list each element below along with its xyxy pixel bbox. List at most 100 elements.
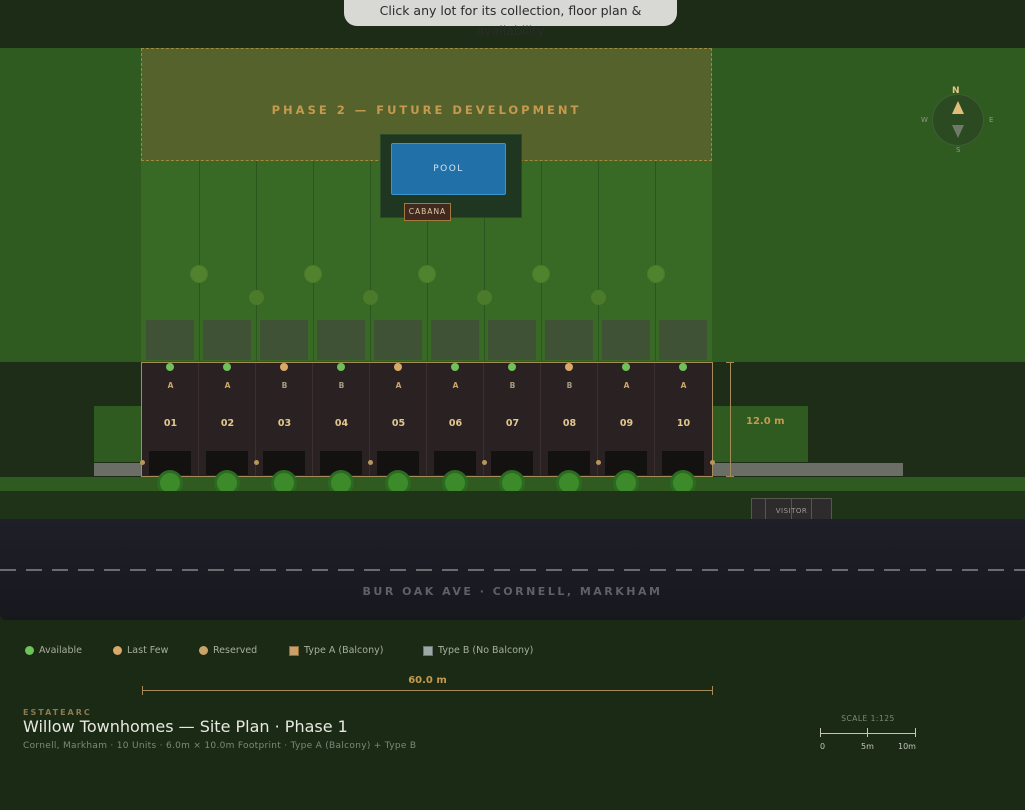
lot-type-label: B	[566, 381, 573, 390]
lot-number-label: 09	[619, 418, 634, 429]
backyard-shrub-icon	[591, 290, 606, 305]
legend-reserved: Reserved	[199, 645, 257, 656]
lot-status-dot-icon	[166, 363, 174, 371]
lot-type-label: B	[338, 381, 345, 390]
lot-status-dot-icon	[622, 363, 630, 371]
lot-06[interactable]: A 06	[427, 363, 484, 476]
compass-s-label: S	[956, 146, 961, 154]
patio	[203, 320, 251, 360]
legend-available-label: Available	[39, 645, 83, 656]
width-dimension-cap	[712, 686, 713, 695]
backyard-tree-icon	[532, 265, 550, 283]
patio	[488, 320, 536, 360]
brand: ESTATEARC	[23, 708, 92, 717]
lot-type-label: A	[623, 381, 630, 390]
townhome-block: A 01 A 02 B 03 B 04 A 05 A 06 B 07 B 08 A 09 A 10	[141, 362, 713, 477]
scale-label-0: 0	[820, 742, 826, 751]
lot-type-label: A	[167, 381, 174, 390]
legend-available: Available	[25, 645, 82, 656]
side-grass-left	[94, 406, 141, 462]
scale-tick	[915, 728, 916, 737]
lot-09[interactable]: A 09	[598, 363, 655, 476]
lot-number-label: 06	[448, 418, 463, 429]
visitor-parking-label: VISITOR	[775, 507, 808, 515]
lot-number-label: 05	[391, 418, 406, 429]
patio	[317, 320, 365, 360]
depth-dimension-cap	[726, 362, 734, 363]
lot-10[interactable]: A 10	[655, 363, 712, 476]
lot-type-label: A	[680, 381, 687, 390]
patio	[545, 320, 593, 360]
backyard-shrub-icon	[477, 290, 492, 305]
walkway-right	[713, 463, 903, 476]
property-pin-icon	[482, 460, 487, 465]
scale-label-5m: 5m	[861, 742, 874, 751]
lot-status-dot-icon	[394, 363, 402, 371]
lot-03[interactable]: B 03	[256, 363, 313, 476]
pool[interactable]: POOL	[391, 143, 506, 195]
lot-type-label: A	[224, 381, 231, 390]
compass-e-label: E	[989, 116, 994, 124]
lot-02[interactable]: A 02	[199, 363, 256, 476]
lot-status-dot-icon	[337, 363, 345, 371]
lot-number-label: 01	[163, 418, 178, 429]
backyard-shrub-icon	[363, 290, 378, 305]
cabana[interactable]: CABANA	[404, 203, 451, 221]
legend-last-few-label: Last Few	[127, 645, 169, 656]
lot-number-label: 08	[562, 418, 577, 429]
lot-01[interactable]: A 01	[142, 363, 199, 476]
type-a-swatch-icon	[289, 645, 299, 656]
lot-07[interactable]: B 07	[484, 363, 541, 476]
lot-number-label: 10	[676, 418, 691, 429]
patio	[260, 320, 308, 360]
page-subtitle: Cornell, Markham · 10 Units · 6.0m × 10.…	[23, 741, 417, 751]
legend-type-b-label: Type B (No Balcony)	[438, 645, 534, 656]
lot-status-dot-icon	[451, 363, 459, 371]
lot-number-label: 03	[277, 418, 292, 429]
scale-label: SCALE 1:125	[841, 714, 895, 723]
backyard-shrub-icon	[249, 290, 264, 305]
road-centerline	[0, 569, 1025, 571]
property-pin-icon	[140, 460, 145, 465]
property-pin-icon	[710, 460, 715, 465]
backyard-tree-icon	[304, 265, 322, 283]
width-dimension-line	[142, 690, 713, 691]
side-grass-right	[713, 406, 808, 462]
backyard-tree-icon	[190, 265, 208, 283]
last-few-dot-icon	[113, 646, 122, 655]
scale-tick	[867, 728, 868, 737]
type-b-swatch-icon	[423, 645, 433, 656]
legend-type-a-label: Type A (Balcony)	[304, 645, 384, 656]
compass-north-needle-icon	[952, 101, 964, 114]
road-label: BUR OAK AVE · CORNELL, MARKHAM	[362, 585, 663, 598]
page-title: Willow Townhomes — Site Plan · Phase 1	[23, 717, 348, 736]
legend-reserved-label: Reserved	[213, 645, 258, 656]
lot-04[interactable]: B 04	[313, 363, 370, 476]
hint-banner: Click any lot for its collection, floor …	[344, 0, 677, 38]
lot-08[interactable]: B 08	[541, 363, 598, 476]
backyard-tree-icon	[418, 265, 436, 283]
property-pin-icon	[368, 460, 373, 465]
backyard-divider	[370, 161, 371, 361]
lot-status-dot-icon	[679, 363, 687, 371]
patio	[602, 320, 650, 360]
lot-type-label: B	[281, 381, 288, 390]
legend-type-a: Type A (Balcony)	[289, 645, 383, 656]
compass-n-label: N	[952, 86, 960, 96]
compass-south-needle-icon	[952, 125, 964, 138]
lot-type-label: A	[452, 381, 459, 390]
scale-bar	[820, 733, 916, 734]
width-dimension-cap	[142, 686, 143, 695]
reserved-dot-icon	[199, 646, 208, 655]
patio	[659, 320, 707, 360]
lot-number-label: 02	[220, 418, 235, 429]
backyard-tree-icon	[647, 265, 665, 283]
lot-status-dot-icon	[508, 363, 516, 371]
depth-dimension-line	[730, 362, 731, 477]
phase2-label: PHASE 2 — FUTURE DEVELOPMENT	[271, 103, 582, 117]
scale-label-10m: 10m	[898, 742, 916, 751]
lot-05[interactable]: A 05	[370, 363, 427, 476]
walkway-left	[94, 463, 141, 476]
lot-status-dot-icon	[565, 363, 573, 371]
legend-last-few: Last Few	[113, 645, 168, 656]
